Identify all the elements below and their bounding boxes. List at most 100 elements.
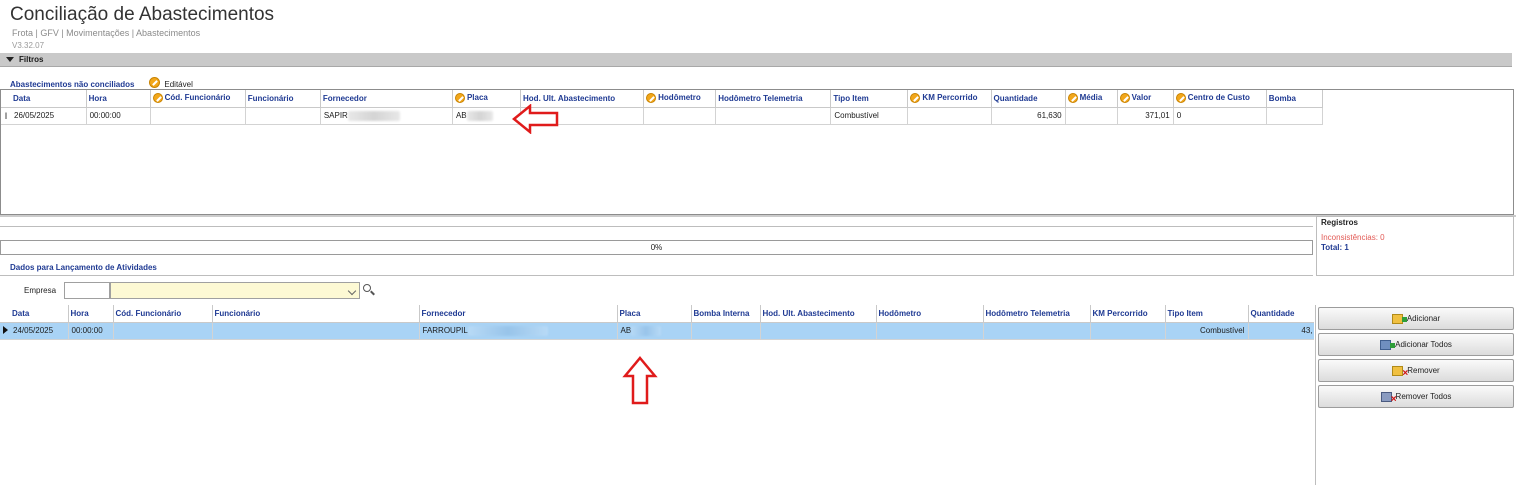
col-header-valor[interactable]: Valor: [1117, 90, 1174, 108]
col-header-hodometro[interactable]: Hodômetro: [876, 305, 984, 323]
col-header-cod-funcionario[interactable]: Cód. Funcionário: [113, 305, 213, 323]
col-header-hora[interactable]: Hora: [68, 305, 114, 323]
col-header-tipo-item[interactable]: Tipo Item: [830, 90, 909, 108]
annotation-arrow-up: [622, 356, 658, 405]
col-header-funcionario[interactable]: Funcionário: [212, 305, 420, 323]
col-header-placa[interactable]: Placa: [452, 90, 522, 108]
col-header-tipo-item[interactable]: Tipo Item: [1165, 305, 1249, 323]
remove-all-button[interactable]: Remover Todos: [1318, 385, 1514, 410]
cell-quantidade[interactable]: 61,630: [991, 107, 1066, 125]
cell-text: SAPIR: [323, 110, 348, 120]
cell-km[interactable]: [907, 107, 992, 125]
divider: [0, 275, 1313, 276]
cell-hodometro[interactable]: [876, 322, 984, 340]
cell-fornecedor[interactable]: SAPIR: [320, 107, 453, 125]
empresa-code-input[interactable]: [64, 282, 110, 299]
cell-hora[interactable]: 00:00:00: [86, 107, 151, 125]
cell-placa[interactable]: AB: [452, 107, 522, 125]
cell-valor[interactable]: 371,01: [1117, 107, 1174, 125]
redacted-blur: [467, 325, 548, 336]
col-header-hora[interactable]: Hora: [86, 90, 151, 108]
registros-panel: Registros Inconsistências: 0 Total: 1: [1316, 216, 1514, 276]
table-row[interactable]: 24/05/2025 00:00:00 FARROUPIL AB Combust…: [0, 322, 1314, 340]
col-header-placa[interactable]: Placa: [617, 305, 692, 323]
page-title: Conciliação de Abastecimentos: [10, 4, 275, 25]
current-row-marker: [0, 322, 10, 340]
remove-all-icon: [1380, 389, 1397, 410]
filters-bar[interactable]: Filtros: [0, 53, 1512, 67]
row-marker-header: [1, 90, 11, 108]
cell-tipo-item[interactable]: Combustível: [1165, 322, 1249, 340]
chevron-down-icon: [6, 57, 14, 63]
cell-tipo-item[interactable]: Combustível: [830, 107, 909, 125]
cell-hora[interactable]: 00:00:00: [68, 322, 114, 340]
cell-funcionario[interactable]: [245, 107, 321, 125]
add-button[interactable]: Adicionar: [1318, 307, 1514, 330]
progress-bar: 0%: [0, 240, 1313, 255]
annotation-arrow-left: [512, 104, 559, 134]
registros-title: Registros: [1321, 218, 1358, 227]
cell-data[interactable]: 26/05/2025: [11, 107, 87, 125]
edit-icon: [148, 77, 160, 89]
empresa-select[interactable]: [110, 282, 360, 299]
cell-hod-ult[interactable]: [760, 322, 877, 340]
col-header-funcionario[interactable]: Funcionário: [245, 90, 321, 108]
col-label: Cód. Funcionário: [164, 93, 231, 103]
col-header-km[interactable]: KM Percorrido: [1090, 305, 1166, 323]
cell-data[interactable]: 24/05/2025: [10, 322, 69, 340]
redacted-blur: [347, 110, 400, 121]
cell-funcionario[interactable]: [212, 322, 420, 340]
cell-hod-telemetria[interactable]: [983, 322, 1091, 340]
lancamento-title: Dados para Lançamento de Atividades: [10, 263, 157, 272]
cell-bomba[interactable]: [1266, 107, 1324, 125]
col-header-quantidade[interactable]: Quantidade: [1248, 305, 1314, 323]
col-header-cod-funcionario[interactable]: Cód. Funcionário: [150, 90, 246, 108]
divider: [0, 215, 1516, 217]
col-header-hodometro[interactable]: Hodômetro: [643, 90, 717, 108]
col-header-data[interactable]: Data: [11, 90, 87, 108]
col-label: Hodômetro: [658, 93, 701, 103]
cell-hod-telemetria[interactable]: [715, 107, 832, 125]
remove-button[interactable]: Remover: [1318, 359, 1514, 384]
unconciliated-grid[interactable]: Data Hora Cód. Funcionário Funcionário F…: [0, 89, 1514, 215]
filters-label: Filtros: [19, 55, 44, 64]
col-header-media[interactable]: Média: [1065, 90, 1118, 108]
cell-text: FARROUPIL: [422, 325, 468, 335]
add-all-button[interactable]: Adicionar Todos: [1318, 333, 1514, 356]
cell-centro-custo[interactable]: 0: [1173, 107, 1267, 125]
cell-text: AB: [455, 110, 467, 120]
add-all-icon: [1380, 339, 1396, 350]
caret-right-icon: [2, 325, 8, 334]
cell-hodometro[interactable]: [643, 107, 717, 125]
col-header-fornecedor[interactable]: Fornecedor: [419, 305, 618, 323]
cell-fornecedor[interactable]: FARROUPIL: [419, 322, 618, 340]
col-header-bomba[interactable]: Bomba: [1266, 90, 1324, 108]
col-label: KM Percorrido: [922, 93, 978, 103]
col-header-data[interactable]: Data: [10, 305, 69, 323]
cell-quantidade[interactable]: 43,: [1248, 322, 1314, 340]
row-marker: I: [1, 107, 11, 125]
col-header-hod-telemetria[interactable]: Hodômetro Telemetria: [983, 305, 1091, 323]
cell-km[interactable]: [1090, 322, 1166, 340]
col-header-centro-custo[interactable]: Centro de Custo: [1173, 90, 1267, 108]
cell-cod-funcionario[interactable]: [113, 322, 213, 340]
cell-bomba-interna[interactable]: [691, 322, 761, 340]
col-header-quantidade[interactable]: Quantidade: [991, 90, 1066, 108]
row-marker-header: [0, 305, 10, 323]
col-header-hod-ult[interactable]: Hod. Ult. Abastecimento: [760, 305, 877, 323]
grid-header-row: Data Hora Cód. Funcionário Funcionário F…: [0, 305, 1314, 323]
button-label: Remover: [1407, 366, 1440, 375]
col-header-km[interactable]: KM Percorrido: [907, 90, 992, 108]
col-header-hod-telemetria[interactable]: Hodômetro Telemetria: [715, 90, 832, 108]
col-header-fornecedor[interactable]: Fornecedor: [320, 90, 453, 108]
cell-cod-funcionario[interactable]: [150, 107, 246, 125]
inconsistencias-count: Inconsistências: 0: [1321, 233, 1385, 242]
empresa-label: Empresa: [24, 286, 57, 295]
col-header-bomba-interna[interactable]: Bomba Interna: [691, 305, 761, 323]
cell-text: AB: [620, 325, 632, 335]
remove-icon: [1392, 363, 1408, 384]
search-icon[interactable]: [362, 283, 376, 297]
table-row[interactable]: I 26/05/2025 00:00:00 SAPIR AB Combustív…: [1, 107, 1324, 125]
cell-media[interactable]: [1065, 107, 1118, 125]
cell-placa[interactable]: AB: [617, 322, 692, 340]
